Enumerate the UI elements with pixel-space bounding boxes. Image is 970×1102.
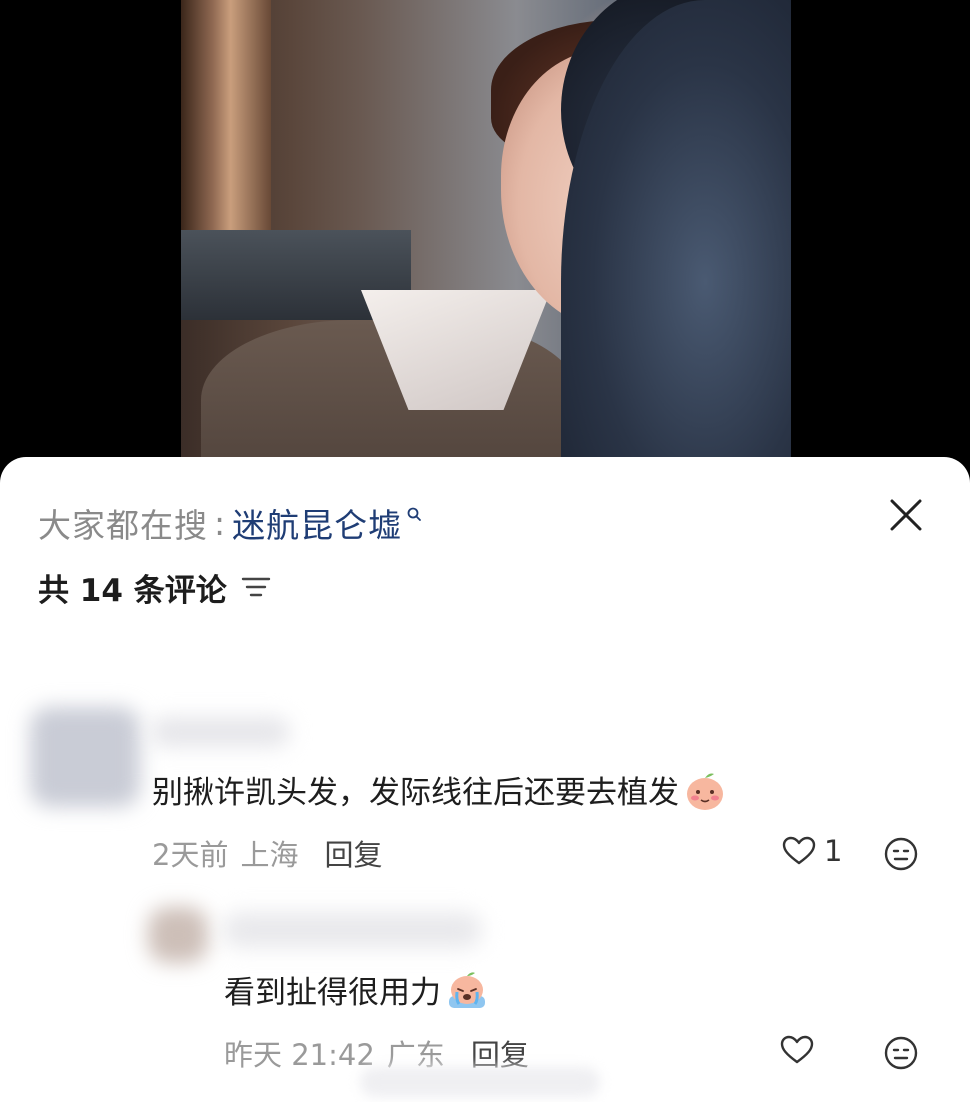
search-icon	[407, 507, 422, 521]
username[interactable]	[150, 717, 290, 747]
sort-icon[interactable]	[241, 575, 271, 599]
reply-react-emoji-icon[interactable]	[883, 1035, 919, 1071]
reply-text: 看到扯得很用力	[224, 967, 489, 1012]
react-emoji-icon[interactable]	[883, 836, 919, 872]
avatar[interactable]	[30, 707, 140, 807]
blurred-watermark	[360, 1067, 600, 1097]
comment-location: 上海	[240, 838, 299, 872]
reply-text-content: 看到扯得很用力	[224, 975, 441, 1011]
heart-icon	[782, 836, 816, 865]
close-icon	[890, 499, 922, 531]
comment-text: 别揪许凯头发，发际线往后还要去植发	[152, 767, 727, 812]
like-count: 1	[824, 834, 843, 868]
reply-avatar[interactable]	[148, 907, 208, 963]
peach-blush-sticker	[687, 773, 723, 810]
comment-text-content: 别揪许凯头发，发际线往后还要去植发	[152, 775, 679, 811]
reply-button[interactable]: 回复	[324, 832, 382, 874]
reply-username[interactable]	[222, 912, 482, 948]
trending-search-prefix: 大家都在搜	[38, 506, 208, 545]
peach-crying-sticker	[449, 971, 485, 1008]
like-button[interactable]: 1	[782, 834, 842, 868]
comment-meta: 2天前 上海 回复	[152, 832, 382, 874]
comment-count-label: 共 14 条评论	[38, 572, 227, 609]
comment-time: 2天前	[152, 838, 229, 872]
trending-search-separator: :	[214, 503, 227, 543]
trending-search[interactable]: 大家都在搜 : 迷航昆仑墟	[38, 499, 422, 547]
reply-time: 昨天 21:42	[224, 1038, 375, 1072]
heart-icon	[780, 1035, 814, 1064]
trending-search-term[interactable]: 迷航昆仑墟	[232, 499, 402, 547]
comment-count: 共 14 条评论	[38, 567, 271, 609]
close-button[interactable]	[884, 493, 928, 537]
comments-sheet: 大家都在搜 : 迷航昆仑墟 共 14 条评论 别揪许凯头发，发际线往后还要去植发	[0, 457, 970, 1102]
video-frame[interactable]	[181, 0, 791, 470]
reply-like-button[interactable]	[780, 1035, 814, 1065]
